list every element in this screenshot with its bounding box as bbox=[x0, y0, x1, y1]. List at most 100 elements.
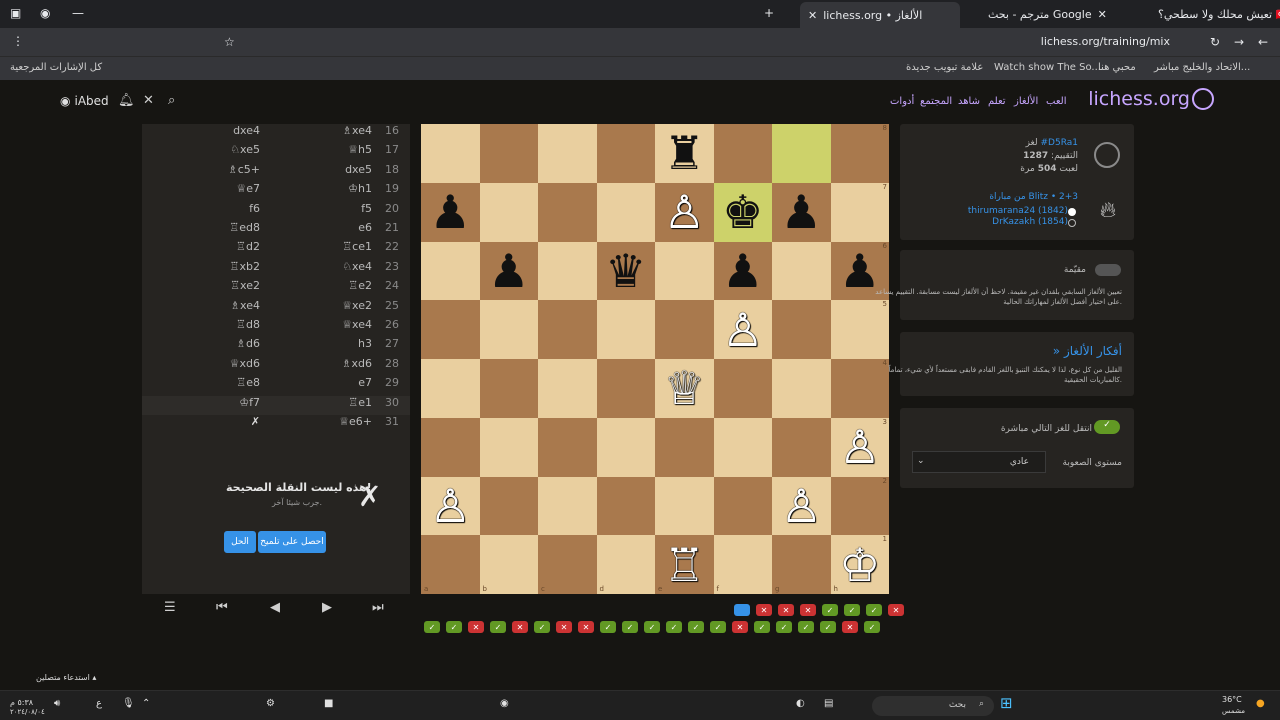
white-move[interactable]: e6 bbox=[308, 221, 372, 234]
white-move[interactable]: ♖e2 bbox=[308, 279, 372, 292]
square-g8[interactable] bbox=[772, 124, 831, 183]
square-g2[interactable]: ♙ bbox=[772, 476, 831, 536]
white-piece[interactable]: ♕ bbox=[664, 365, 705, 411]
white-move[interactable]: f5 bbox=[308, 202, 372, 215]
square-g4[interactable] bbox=[772, 359, 831, 418]
square-a2[interactable]: ♙ bbox=[421, 476, 480, 536]
solved-puzzle-badge[interactable]: ✓ bbox=[490, 621, 506, 633]
square-c6[interactable] bbox=[538, 241, 597, 301]
black-piece[interactable]: ♟ bbox=[781, 189, 822, 235]
square-f3[interactable] bbox=[713, 417, 772, 477]
close-icon[interactable]: ✕ bbox=[1098, 8, 1107, 21]
square-b7[interactable] bbox=[479, 182, 538, 242]
tray-overflow-icon[interactable]: ⌃ bbox=[142, 698, 150, 709]
square-h2[interactable]: 2 bbox=[830, 476, 889, 536]
notification-bell-icon[interactable]: 🔔︎ bbox=[118, 93, 135, 108]
square-e1[interactable]: ♖ e bbox=[655, 535, 714, 594]
black-player-link[interactable]: DrKazakh (1854) bbox=[992, 217, 1068, 227]
solved-puzzle-badge[interactable]: ✓ bbox=[424, 621, 440, 633]
solved-puzzle-badge[interactable]: ✓ bbox=[644, 621, 660, 633]
white-piece[interactable]: ♙ bbox=[781, 483, 822, 529]
difficulty-select[interactable]: ⌄ عادي bbox=[912, 451, 1046, 473]
square-d4[interactable] bbox=[596, 359, 655, 418]
settings-app-icon[interactable]: ⚙ bbox=[266, 698, 275, 709]
solved-puzzle-badge[interactable]: ✓ bbox=[600, 621, 616, 633]
bookmark-all[interactable]: كل الإشارات المرجعية bbox=[10, 62, 102, 73]
square-a5[interactable] bbox=[421, 300, 480, 359]
failed-puzzle-badge[interactable]: ✕ bbox=[800, 604, 816, 616]
failed-puzzle-badge[interactable]: ✕ bbox=[756, 604, 772, 616]
square-h1[interactable]: ♔ h 1 bbox=[830, 535, 889, 594]
black-move[interactable]: f6 bbox=[202, 202, 260, 215]
square-h3[interactable]: ♙ 3 bbox=[830, 417, 889, 477]
more-icon[interactable]: ⋮ bbox=[12, 34, 24, 48]
white-piece[interactable]: ♔ bbox=[839, 542, 880, 588]
black-move[interactable]: ♘xe5 bbox=[202, 143, 260, 156]
tab-3-active[interactable]: ✕ lichess.org • الألغاز bbox=[800, 2, 960, 28]
black-move[interactable]: ♕xd6 bbox=[202, 357, 260, 370]
file-explorer-icon[interactable]: ▤ bbox=[824, 698, 833, 709]
user-menu[interactable]: ◉ iAbed bbox=[60, 94, 109, 108]
solved-puzzle-badge[interactable]: ✓ bbox=[446, 621, 462, 633]
square-b5[interactable] bbox=[479, 300, 538, 359]
white-player-link[interactable]: thirumarana24 (1842) bbox=[968, 206, 1068, 216]
failed-puzzle-badge[interactable]: ✕ bbox=[732, 621, 748, 633]
black-move[interactable]: ✗ bbox=[202, 415, 260, 428]
black-piece[interactable]: ♟ bbox=[722, 248, 763, 294]
white-move[interactable]: ♘xe4 bbox=[308, 260, 372, 273]
square-e4[interactable]: ♕ bbox=[655, 359, 714, 418]
microphone-icon[interactable]: 🎙︎ bbox=[122, 698, 135, 709]
white-move[interactable]: ♖ce1 bbox=[308, 240, 372, 253]
white-move[interactable]: ♗xe4 bbox=[308, 124, 372, 137]
failed-puzzle-badge[interactable]: ✕ bbox=[468, 621, 484, 633]
black-move[interactable]: ♕e7 bbox=[202, 182, 260, 195]
forward-icon[interactable]: → bbox=[1234, 35, 1244, 49]
clock-date[interactable]: ٢٠٢٤/٠٨/٠٤ bbox=[10, 708, 45, 716]
weather-temp[interactable]: 36°C bbox=[1222, 695, 1242, 704]
nav-learn[interactable]: تعلم bbox=[988, 96, 1006, 107]
square-h4[interactable]: 4 bbox=[830, 359, 889, 418]
taskbar-search[interactable]: ⌕ بحث bbox=[872, 696, 994, 716]
square-b3[interactable] bbox=[479, 417, 538, 477]
bookmark-ittihad[interactable]: الاتحاد والخليج مباشر... bbox=[1154, 62, 1250, 73]
black-move[interactable]: ♗d6 bbox=[202, 337, 260, 350]
square-d3[interactable] bbox=[596, 417, 655, 477]
square-b4[interactable] bbox=[479, 359, 538, 418]
square-a6[interactable] bbox=[421, 241, 480, 301]
menu-icon[interactable]: ☰ bbox=[164, 600, 176, 615]
puzzle-themes-link[interactable]: » أفكار الألغاز bbox=[1053, 344, 1122, 358]
square-e7[interactable]: ♙ bbox=[655, 182, 714, 242]
chrome-icon[interactable]: ◉ bbox=[500, 698, 509, 709]
search-icon[interactable]: ⌕ bbox=[168, 93, 175, 108]
square-h7[interactable]: 7 bbox=[830, 182, 889, 242]
black-piece[interactable]: ♜ bbox=[664, 130, 705, 176]
square-f5[interactable]: ♙ bbox=[713, 300, 772, 359]
jump-next-checkbox[interactable]: ✓ bbox=[1094, 420, 1120, 434]
square-d1[interactable]: d bbox=[596, 535, 655, 594]
nav-puzzles[interactable]: الألغاز bbox=[1014, 96, 1038, 107]
white-move[interactable]: ♕h5 bbox=[308, 143, 372, 156]
nav-community[interactable]: المجتمع bbox=[920, 96, 952, 107]
square-h8[interactable]: 8 bbox=[830, 124, 889, 183]
current-puzzle-badge[interactable] bbox=[734, 604, 750, 616]
back-icon[interactable]: ← bbox=[1258, 35, 1268, 49]
windows-start-icon[interactable]: ⊞ bbox=[1000, 694, 1013, 712]
taskbar-notification[interactable]: استدعاء متصلين ▴ bbox=[36, 673, 96, 682]
solved-puzzle-badge[interactable]: ✓ bbox=[688, 621, 704, 633]
failed-puzzle-badge[interactable]: ✕ bbox=[556, 621, 572, 633]
white-piece[interactable]: ♙ bbox=[430, 483, 471, 529]
square-c1[interactable]: c bbox=[538, 535, 597, 594]
square-f6[interactable]: ♟ bbox=[713, 241, 772, 301]
failed-puzzle-badge[interactable]: ✕ bbox=[842, 621, 858, 633]
square-c2[interactable] bbox=[538, 476, 597, 536]
failed-puzzle-badge[interactable]: ✕ bbox=[778, 604, 794, 616]
hint-button[interactable]: احصل على تلميح bbox=[258, 531, 326, 553]
square-c3[interactable] bbox=[538, 417, 597, 477]
last-move-icon[interactable]: ⏭ bbox=[372, 600, 384, 615]
solved-puzzle-badge[interactable]: ✓ bbox=[622, 621, 638, 633]
url-field[interactable]: lichess.org/training/mix bbox=[1041, 35, 1170, 48]
nav-tools[interactable]: أدوات bbox=[890, 96, 914, 107]
solved-puzzle-badge[interactable]: ✓ bbox=[822, 604, 838, 616]
black-move[interactable]: ♗c5+ bbox=[202, 163, 260, 176]
new-tab-icon[interactable]: + bbox=[764, 6, 774, 20]
